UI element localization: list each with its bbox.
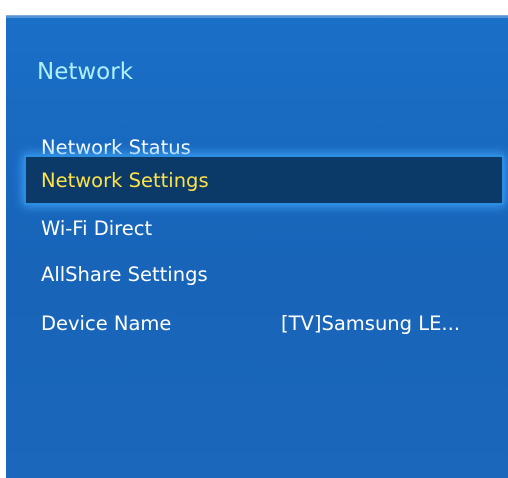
menu-item-label: Network Status [41, 135, 191, 159]
network-menu-panel: Network Network Status Network Settings … [6, 15, 508, 478]
menu-item-device-name[interactable]: Device Name [TV]Samsung LE... [6, 300, 502, 346]
menu-title: Network [37, 59, 134, 85]
menu-item-label: Device Name [41, 311, 172, 335]
menu-item-allshare-settings[interactable]: AllShare Settings [6, 251, 502, 297]
menu-item-network-settings[interactable]: Network Settings [26, 157, 502, 203]
menu-item-wifi-direct[interactable]: Wi-Fi Direct [6, 205, 502, 251]
menu-item-label: AllShare Settings [41, 262, 208, 286]
menu-item-label: Wi-Fi Direct [41, 216, 153, 240]
device-name-value: [TV]Samsung LE... [281, 311, 461, 335]
menu-item-label: Network Settings [41, 168, 209, 192]
